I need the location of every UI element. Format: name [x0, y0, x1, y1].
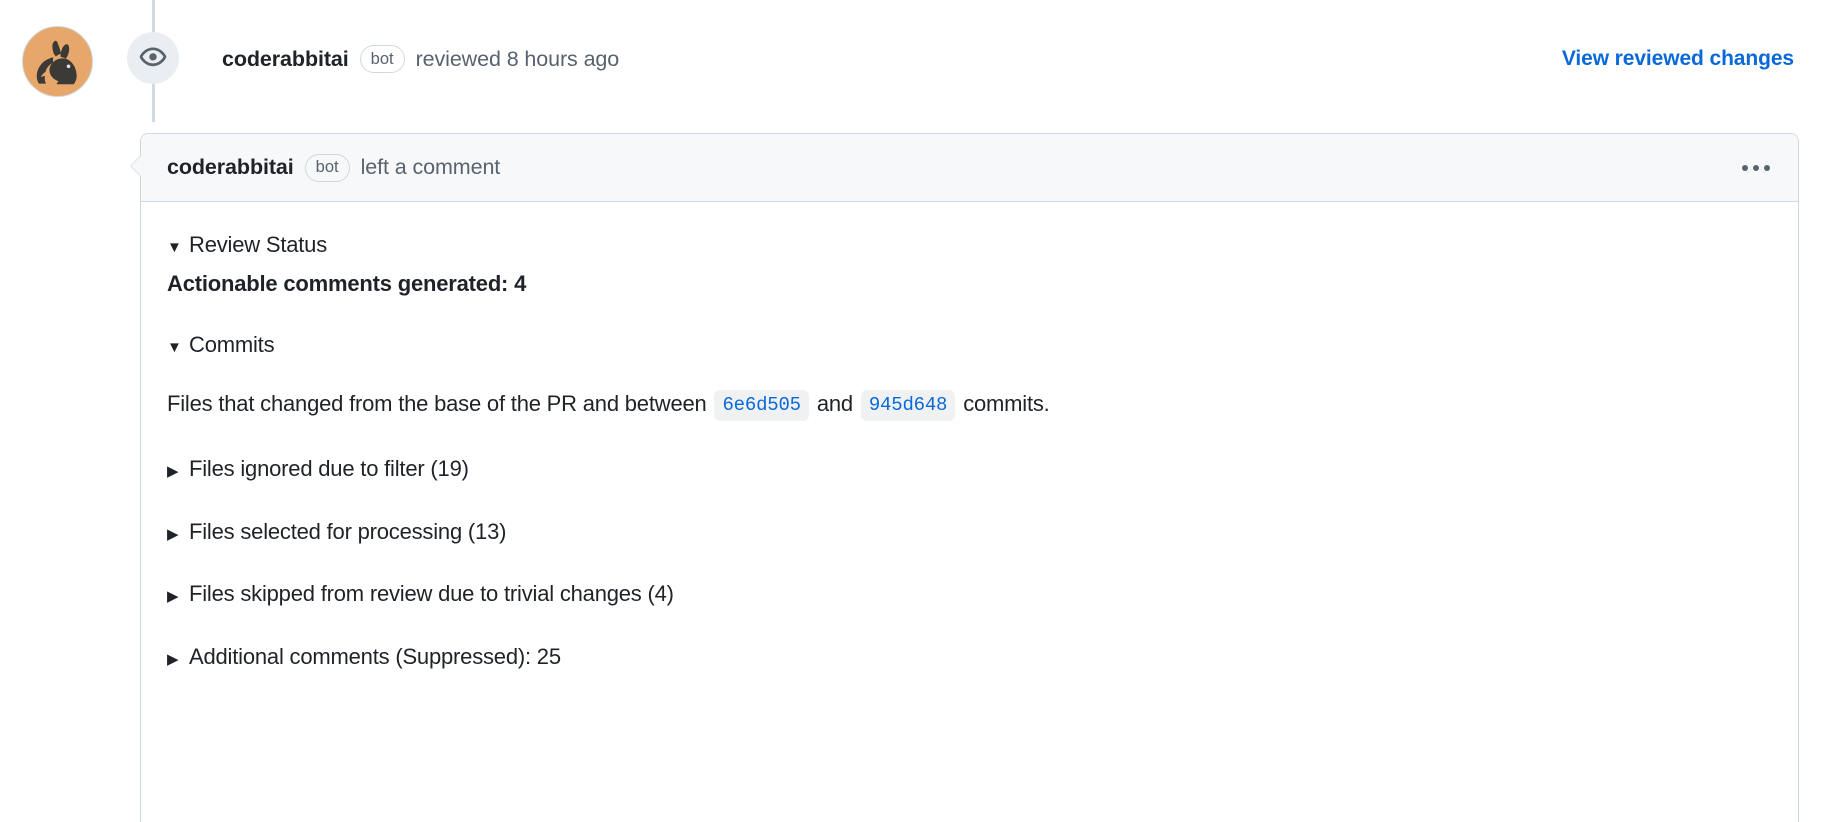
review-status-label: Review Status — [189, 232, 328, 257]
kebab-dot — [1742, 164, 1748, 171]
triangle-right-icon: ▶ — [167, 525, 179, 543]
review-comment-box: coderabbitai bot left a comment ▼ Review… — [130, 133, 1799, 822]
kebab-dot — [1753, 164, 1759, 171]
pr-review-timeline: coderabbitai bot reviewed 8 hours ago Vi… — [0, 0, 1824, 822]
collapsed-section-label: Files ignored due to filter (19) — [189, 455, 469, 481]
bot-label: bot — [359, 45, 405, 73]
triangle-right-icon: ▶ — [167, 462, 179, 480]
triangle-right-icon: ▶ — [167, 651, 179, 669]
triangle-right-icon: ▶ — [167, 588, 179, 606]
commits-summary[interactable]: ▼ Commits — [167, 330, 1772, 360]
eye-icon — [139, 44, 167, 72]
kebab-menu-icon[interactable] — [1736, 155, 1776, 181]
collapsed-section-files-selected[interactable]: ▶ Files selected for processing (13) — [167, 517, 1772, 547]
head-commit-sha[interactable]: 945d648 — [860, 390, 956, 421]
triangle-down-icon: ▼ — [167, 338, 182, 356]
comment-body: ▼ Review Status Actionable comments gene… — [141, 202, 1798, 692]
review-status-summary[interactable]: ▼ Review Status — [167, 230, 1772, 260]
collapsed-section-label: Files selected for processing (13) — [189, 518, 507, 544]
collapsed-section-additional-comments[interactable]: ▶ Additional comments (Suppressed): 25 — [167, 642, 1772, 672]
review-event-badge — [127, 32, 179, 84]
collapsed-section-label: Files skipped from review due to trivial… — [189, 581, 674, 607]
commits-description-suffix: commits. — [963, 391, 1050, 417]
comment-header: coderabbitai bot left a comment — [141, 134, 1798, 202]
collapsed-section-label: Additional comments (Suppressed): 25 — [189, 644, 561, 670]
commits-label: Commits — [189, 331, 275, 357]
review-event-header: coderabbitai bot reviewed 8 hours ago Vi… — [222, 44, 1794, 74]
triangle-down-icon: ▼ — [167, 239, 182, 256]
avatar[interactable] — [22, 26, 93, 97]
comment-actor-name[interactable]: coderabbitai — [167, 155, 294, 180]
comment-action-text: left a comment — [360, 155, 501, 179]
commits-conjunction: and — [816, 391, 853, 417]
collapsed-section-files-skipped[interactable]: ▶ Files skipped from review due to trivi… — [167, 579, 1772, 609]
comment-caret-fill — [131, 155, 142, 177]
event-action-text: reviewed 8 hours ago — [415, 46, 620, 71]
view-reviewed-changes-link[interactable]: View reviewed changes — [1562, 47, 1794, 71]
base-commit-sha[interactable]: 6e6d505 — [714, 390, 809, 421]
comment-bot-label: bot — [304, 153, 350, 182]
collapsed-section-files-ignored[interactable]: ▶ Files ignored due to filter (19) — [167, 454, 1772, 484]
event-actor-name[interactable]: coderabbitai — [222, 47, 349, 72]
kebab-dot — [1764, 164, 1770, 171]
commits-description-prefix: Files that changed from the base of the … — [167, 391, 707, 417]
commits-description: Files that changed from the base of the … — [167, 389, 1772, 421]
actionable-comments-count: Actionable comments generated: 4 — [167, 270, 527, 296]
